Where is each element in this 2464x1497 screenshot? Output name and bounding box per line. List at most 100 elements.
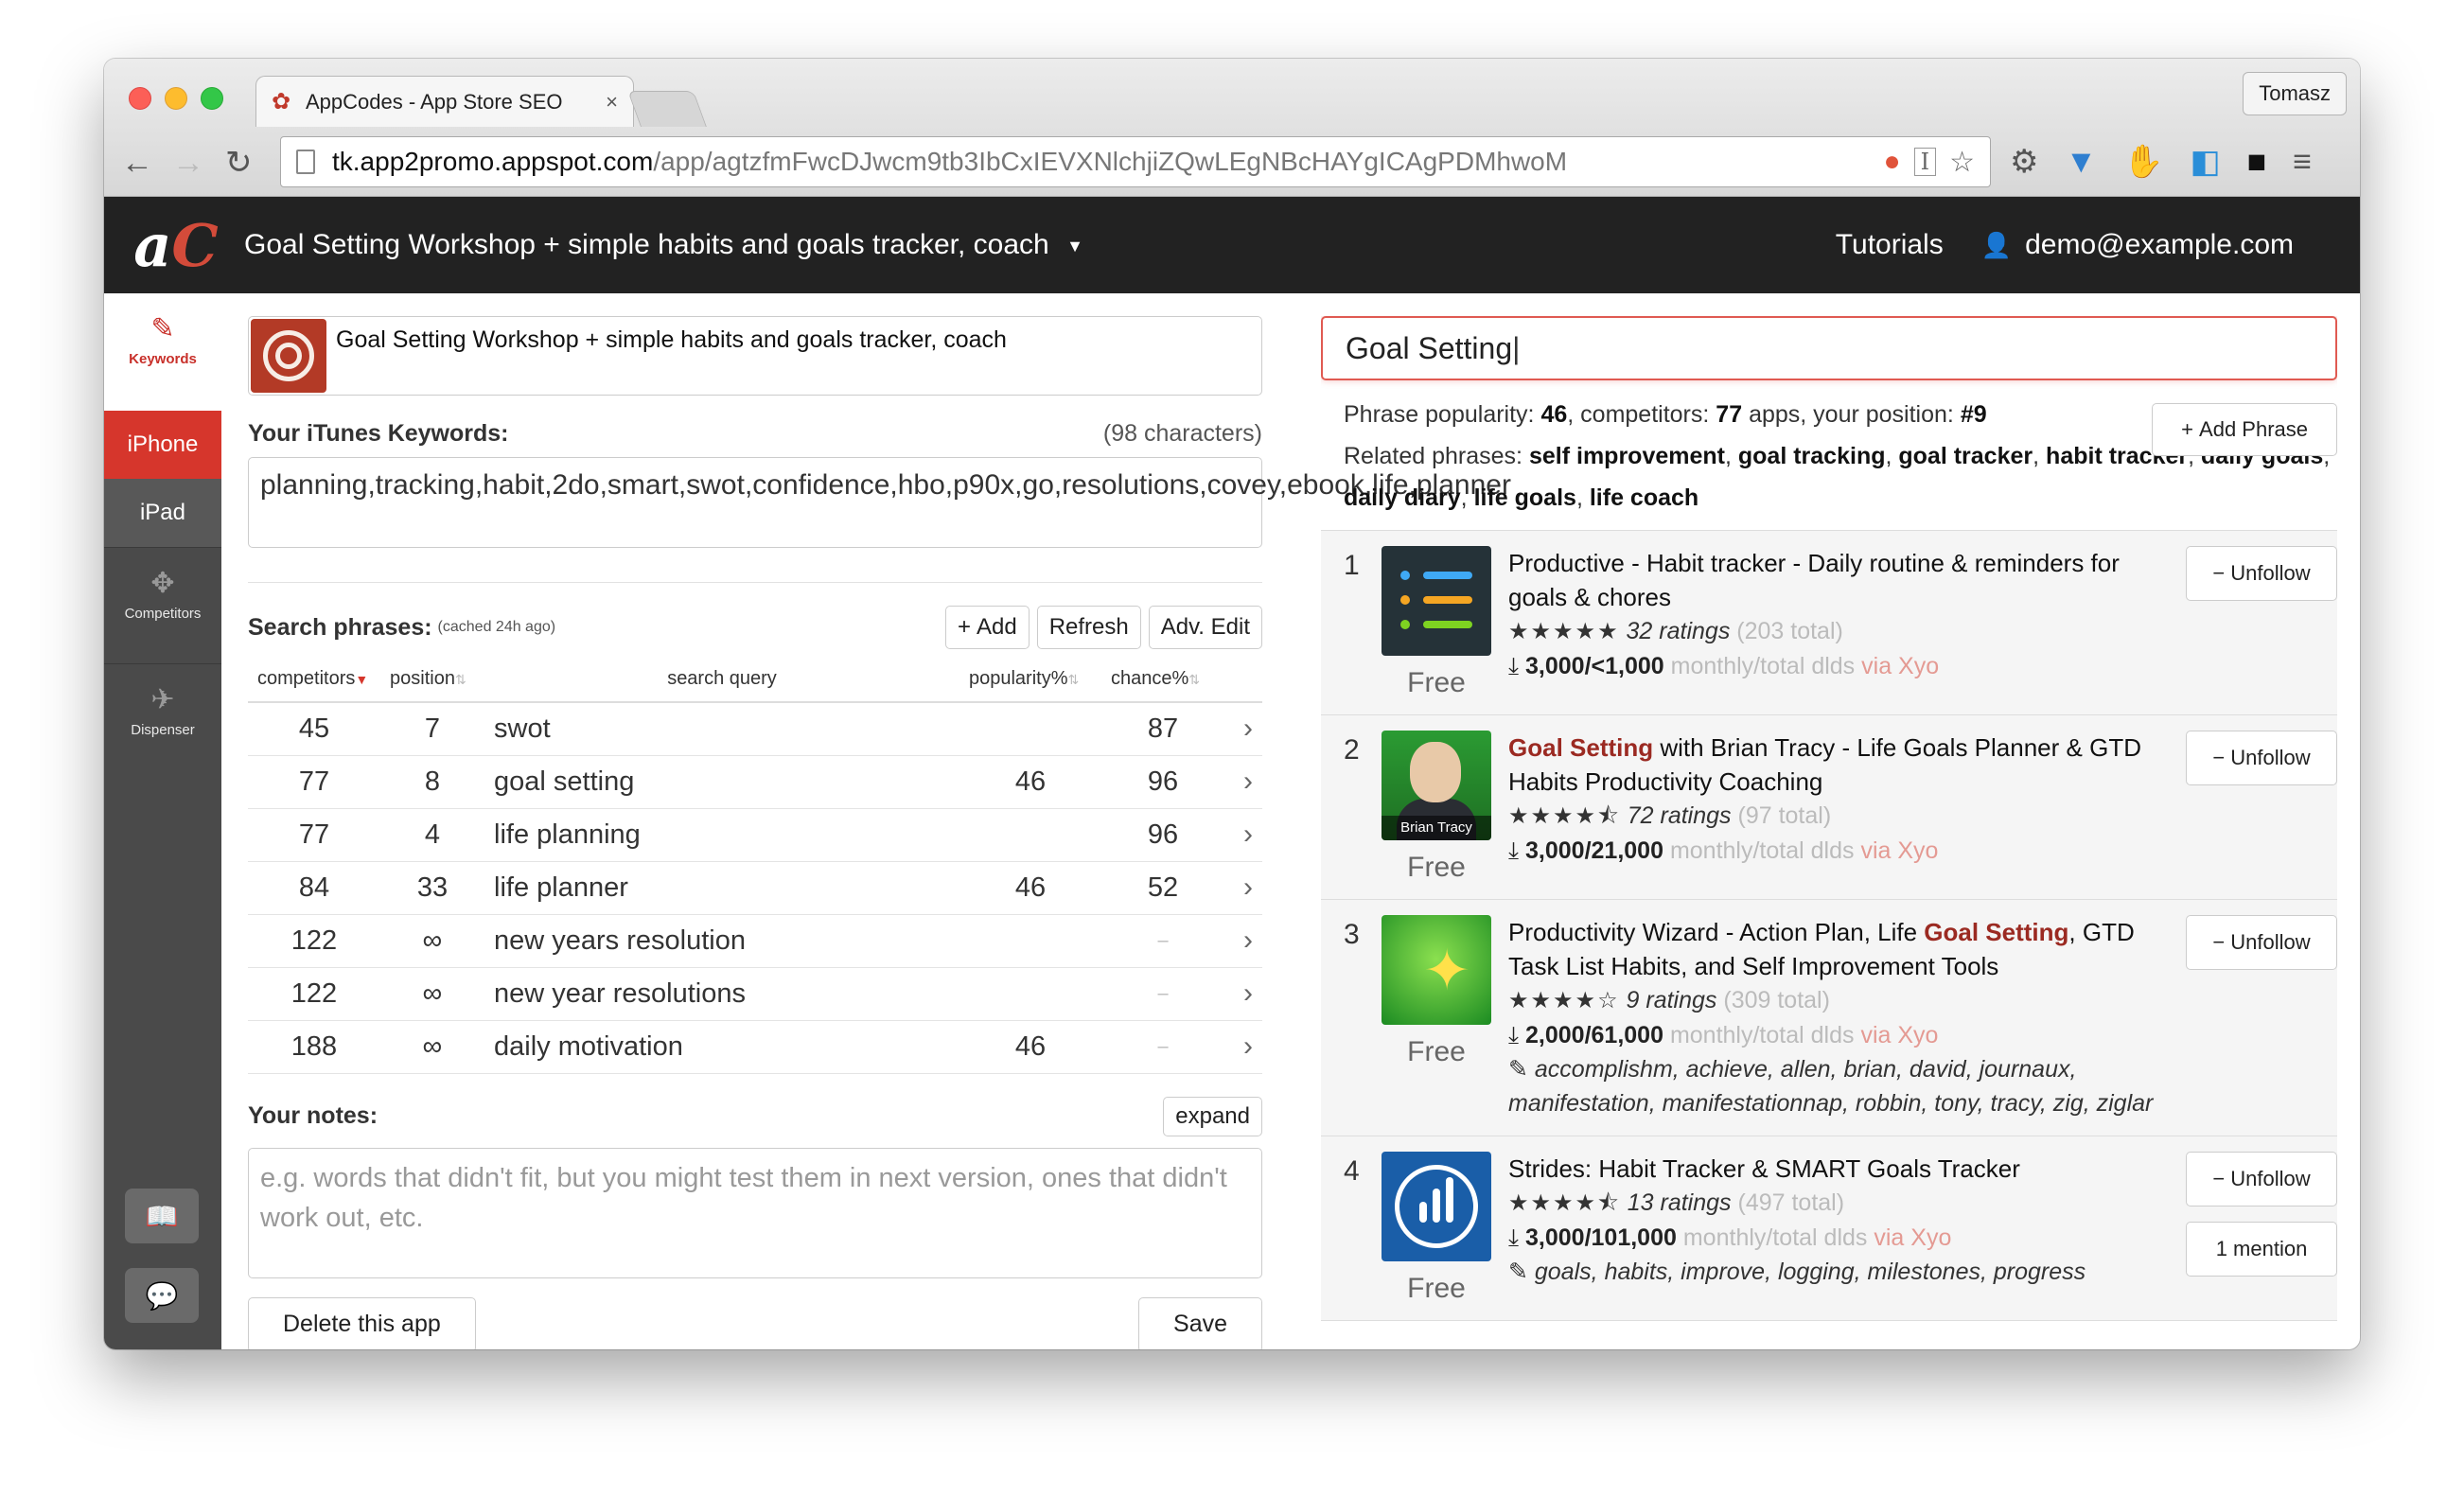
table-row[interactable]: 77 8 goal setting 46 96 › bbox=[248, 755, 1262, 809]
d-extension-icon[interactable]: ◧ bbox=[2190, 140, 2220, 184]
sidebar-item-ipad[interactable]: iPad bbox=[104, 479, 221, 547]
minus-icon: − bbox=[2212, 930, 2226, 954]
chevron-right-icon[interactable]: › bbox=[1224, 755, 1262, 809]
chevron-right-icon[interactable]: › bbox=[1224, 1020, 1262, 1074]
sidebar-item-keywords[interactable]: ✎ Keywords bbox=[104, 293, 221, 411]
expand-notes-button[interactable]: expand bbox=[1163, 1096, 1262, 1136]
add-phrase-button[interactable]: + Add bbox=[944, 606, 1030, 649]
menu-icon[interactable]: ≡ bbox=[2293, 140, 2312, 184]
chevron-right-icon[interactable]: › bbox=[1224, 861, 1262, 915]
competitor-keywords: accomplishm, achieve, allen, brian, davi… bbox=[1508, 1056, 2154, 1117]
related-phrase-link[interactable]: goal tracking bbox=[1738, 443, 1886, 469]
user-menu[interactable]: 👤 demo@example.com bbox=[1981, 229, 2294, 261]
stop-hand-icon[interactable]: ✋ bbox=[2123, 140, 2163, 184]
profile-button[interactable]: Tomasz bbox=[2243, 72, 2347, 115]
table-row[interactable]: 188 ∞ daily motivation 46– › bbox=[248, 1020, 1262, 1074]
table-row[interactable]: 45 7 swot 87 › bbox=[248, 702, 1262, 756]
related-phrase-link[interactable]: life goals bbox=[1474, 484, 1576, 511]
download-icon: ⤓ bbox=[1508, 1224, 1520, 1251]
chevron-right-icon[interactable]: › bbox=[1224, 914, 1262, 968]
via-xyo-link[interactable]: via Xyo bbox=[1860, 837, 1938, 864]
chevron-right-icon[interactable]: › bbox=[1224, 702, 1262, 756]
book-icon[interactable]: 📖 bbox=[125, 1189, 199, 1243]
competitor-name[interactable]: Productive - Habit tracker - Daily routi… bbox=[1508, 546, 2171, 614]
ci-extension-icon[interactable]: ■ bbox=[2247, 140, 2267, 184]
new-tab-button[interactable] bbox=[627, 91, 707, 127]
competitor-name[interactable]: Goal Setting with Brian Tracy - Life Goa… bbox=[1508, 731, 2171, 799]
keywords-textarea[interactable]: planning,tracking,habit,2do,smart,swot,c… bbox=[248, 457, 1511, 548]
unfollow-button[interactable]: − Unfollow bbox=[2186, 731, 2337, 785]
table-row[interactable]: 77 4 life planning 96 › bbox=[248, 808, 1262, 862]
chevron-right-icon[interactable]: › bbox=[1224, 808, 1262, 862]
unfollow-button[interactable]: − Unfollow bbox=[2186, 915, 2337, 970]
via-xyo-link[interactable]: via Xyo bbox=[1874, 1224, 1951, 1251]
col-popularity[interactable]: popularity%⇅ bbox=[959, 660, 1101, 703]
rating-count: 9 ratings bbox=[1626, 987, 1717, 1013]
table-row[interactable]: 84 33 life planner 46 52 › bbox=[248, 861, 1262, 915]
download-icon: ⤓ bbox=[1508, 653, 1520, 679]
extension-red-icon[interactable]: ● bbox=[1883, 146, 1900, 178]
refresh-button[interactable]: Refresh bbox=[1036, 606, 1141, 649]
via-xyo-link[interactable]: via Xyo bbox=[1860, 1022, 1938, 1048]
gear-icon[interactable]: ⚙ bbox=[2010, 140, 2038, 184]
save-button[interactable]: Save bbox=[1138, 1296, 1262, 1349]
col-query-label: search query bbox=[667, 668, 777, 689]
productive-app-icon bbox=[1382, 546, 1491, 656]
add-phrase-right-button[interactable]: + Add Phrase bbox=[2152, 403, 2337, 456]
reload-icon[interactable]: ↻ bbox=[225, 142, 253, 184]
chevron-right-icon[interactable]: › bbox=[1224, 967, 1262, 1021]
phrase-search-value: Goal Setting bbox=[1346, 330, 1513, 365]
cell-query: life planning bbox=[484, 808, 959, 862]
vimium-icon[interactable]: ▼ bbox=[2065, 140, 2097, 184]
sidebar-item-dispenser[interactable]: ✈ Dispenser bbox=[104, 664, 221, 782]
rating-count: 32 ratings bbox=[1626, 618, 1731, 644]
sidebar-item-iphone[interactable]: iPhone bbox=[104, 411, 221, 479]
col-chance[interactable]: chance%⇅ bbox=[1101, 660, 1224, 703]
cell-query: new years resolution bbox=[484, 914, 959, 968]
table-row[interactable]: 122 ∞ new year resolutions – › bbox=[248, 967, 1262, 1021]
competitor-name[interactable]: Productivity Wizard - Action Plan, Life … bbox=[1508, 915, 2171, 983]
page-icon bbox=[296, 150, 315, 174]
app-name-field[interactable]: Goal Setting Workshop + simple habits an… bbox=[248, 316, 1262, 396]
notes-textarea[interactable]: e.g. words that didn't fit, but you migh… bbox=[248, 1147, 1262, 1278]
zoom-window-button[interactable] bbox=[201, 87, 223, 110]
competitor-price: Free bbox=[1407, 1273, 1466, 1304]
minimize-window-button[interactable] bbox=[165, 87, 187, 110]
close-window-button[interactable] bbox=[129, 87, 151, 110]
forward-arrow-icon[interactable]: → bbox=[172, 142, 204, 184]
appcodes-logo[interactable]: aC bbox=[129, 207, 223, 283]
unfollow-button[interactable]: − Unfollow bbox=[2186, 546, 2337, 601]
adv-edit-button[interactable]: Adv. Edit bbox=[1148, 606, 1262, 649]
table-row[interactable]: 122 ∞ new years resolution – › bbox=[248, 914, 1262, 968]
competitor-rank: 2 bbox=[1344, 734, 1360, 766]
col-competitors[interactable]: competitors▼ bbox=[248, 660, 380, 703]
rating-total: (203 total) bbox=[1736, 618, 1843, 644]
back-arrow-icon[interactable]: ← bbox=[121, 142, 153, 184]
address-bar[interactable]: tk.app2promo.appspot.com /app/agtzfmFwcD… bbox=[280, 136, 1991, 187]
cell-popularity bbox=[959, 967, 1101, 1021]
tutorials-link[interactable]: Tutorials bbox=[1836, 229, 1944, 261]
related-phrase-link[interactable]: self improvement bbox=[1529, 443, 1725, 469]
delete-app-button[interactable]: Delete this app bbox=[248, 1296, 476, 1349]
mention-button[interactable]: 1 mention bbox=[2186, 1222, 2337, 1277]
app-selector-dropdown[interactable]: Goal Setting Workshop + simple habits an… bbox=[244, 229, 1083, 261]
phrase-search-input[interactable]: Goal Setting | bbox=[1321, 316, 2337, 380]
sidebar-dispenser-label: Dispenser bbox=[131, 722, 195, 738]
sidebar-item-competitors[interactable]: ✥ Competitors bbox=[104, 547, 221, 664]
bookmark-star-icon[interactable]: ☆ bbox=[1949, 146, 1975, 179]
related-phrase-link[interactable]: daily diary bbox=[1344, 484, 1461, 511]
cell-query: swot bbox=[484, 702, 959, 756]
chat-bubble-icon[interactable]: 💬 bbox=[125, 1268, 199, 1323]
caret-down-icon: ▼ bbox=[1066, 236, 1083, 255]
unfollow-button[interactable]: − Unfollow bbox=[2186, 1152, 2337, 1206]
text-cursor-icon[interactable]: I bbox=[1913, 148, 1937, 176]
col-position[interactable]: position⇅ bbox=[380, 660, 484, 703]
related-phrase-link[interactable]: life coach bbox=[1590, 484, 1698, 511]
competitor-list: 1 Free Productive - Habit tracker - Daily … bbox=[1321, 530, 2337, 1321]
col-query[interactable]: search query bbox=[484, 660, 959, 703]
close-tab-icon[interactable]: × bbox=[606, 90, 618, 114]
via-xyo-link[interactable]: via Xyo bbox=[1861, 653, 1939, 679]
browser-tab[interactable]: ✿ AppCodes - App Store SEO × bbox=[255, 76, 634, 127]
competitor-name[interactable]: Strides: Habit Tracker & SMART Goals Tra… bbox=[1508, 1152, 2171, 1186]
related-phrase-link[interactable]: goal tracker bbox=[1898, 443, 2033, 469]
